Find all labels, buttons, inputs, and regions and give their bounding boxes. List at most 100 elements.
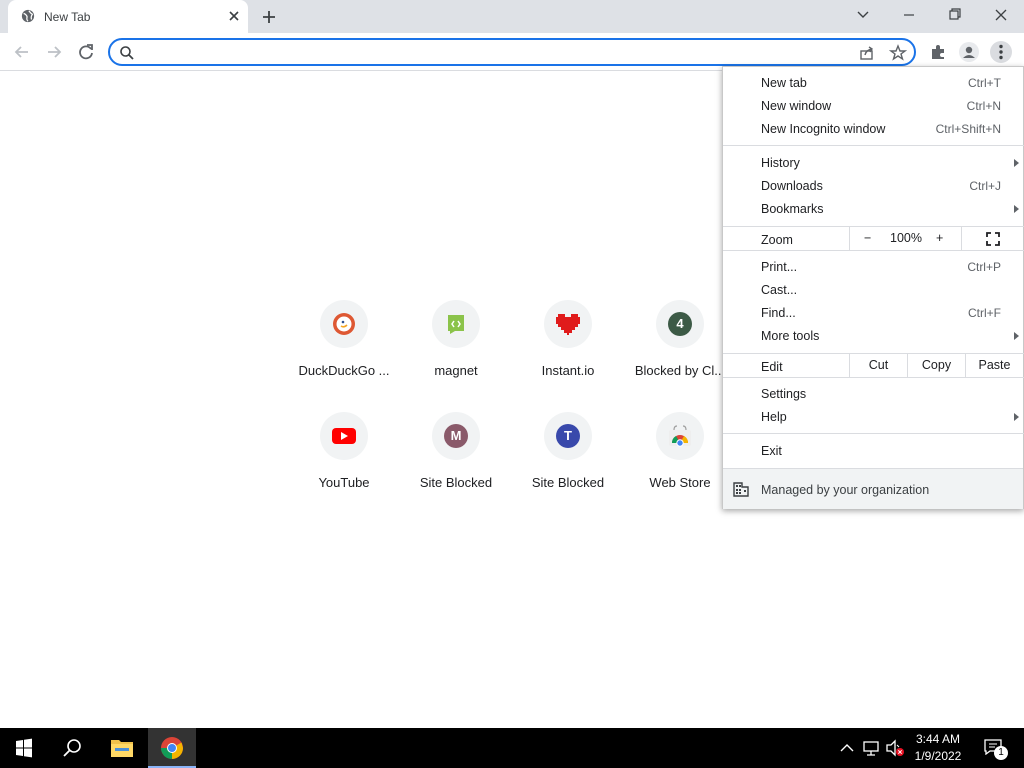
address-bar[interactable]: [108, 38, 916, 66]
menu-item-new-tab[interactable]: New tab Ctrl+T: [723, 72, 1024, 95]
volume-muted-icon[interactable]: [884, 728, 906, 768]
fullscreen-button[interactable]: [961, 227, 1023, 250]
tile-youtube[interactable]: YouTube: [288, 412, 400, 524]
managed-by-organization[interactable]: Managed by your organization: [723, 468, 1023, 509]
globe-icon: [21, 9, 35, 23]
menu-edit-row: Edit Cut Copy Paste: [723, 354, 1024, 377]
chrome-menu-button[interactable]: [990, 41, 1012, 63]
tab-title: New Tab: [44, 10, 91, 24]
chrome-taskbar-button[interactable]: [148, 728, 196, 768]
cut-button[interactable]: Cut: [849, 354, 907, 377]
menu-label: Downloads: [761, 179, 823, 193]
tile-magnet[interactable]: magnet: [400, 300, 512, 412]
menu-divider: [723, 145, 1024, 146]
menu-label: Zoom: [761, 233, 793, 247]
menu-label: Print...: [761, 260, 798, 274]
menu-label: Exit: [761, 444, 782, 458]
tile-site-blocked-t[interactable]: T Site Blocked: [512, 412, 624, 524]
chrome-web-store-icon: [669, 425, 691, 447]
bookmark-star-icon[interactable]: [889, 44, 907, 62]
show-hidden-icons-chevron-icon[interactable]: [836, 728, 858, 768]
menu-label: History: [761, 156, 800, 170]
menu-item-print[interactable]: Print... Ctrl+P: [723, 256, 1024, 279]
tab-search-button[interactable]: [840, 0, 886, 30]
zoom-out-button[interactable]: −: [864, 227, 871, 250]
fullscreen-icon: [986, 232, 1000, 246]
menu-shortcut: Ctrl+F: [968, 306, 1001, 320]
menu-item-find[interactable]: Find... Ctrl+F: [723, 302, 1024, 325]
menu-divider: [723, 250, 1024, 251]
menu-shortcut: Ctrl+J: [969, 179, 1001, 193]
network-icon[interactable]: [860, 728, 882, 768]
tile-site-blocked-m[interactable]: M Site Blocked: [400, 412, 512, 524]
menu-divider: [723, 433, 1024, 434]
menu-item-exit[interactable]: Exit: [723, 440, 1024, 463]
tile-label: Site Blocked: [531, 475, 605, 490]
menu-shortcut: Ctrl+T: [968, 76, 1001, 90]
submenu-arrow-icon: [1014, 159, 1019, 167]
menu-item-new-incognito[interactable]: New Incognito window Ctrl+Shift+N: [723, 118, 1024, 141]
zoom-in-button[interactable]: +: [936, 227, 943, 250]
share-icon[interactable]: [858, 44, 876, 62]
zoom-controls: − 100% +: [849, 227, 961, 250]
tile-label: Site Blocked: [419, 475, 493, 490]
tile-icon-container: [656, 412, 704, 460]
notification-count-badge: 1: [994, 746, 1008, 760]
taskbar-clock-time[interactable]: 3:44 AM: [908, 732, 968, 746]
tab-new-tab[interactable]: New Tab: [8, 0, 248, 33]
tile-blocked[interactable]: 4 Blocked by Cl...: [624, 300, 736, 412]
close-window-button[interactable]: [978, 0, 1024, 30]
menu-item-settings[interactable]: Settings: [723, 383, 1024, 406]
paste-button[interactable]: Paste: [965, 354, 1023, 377]
menu-item-downloads[interactable]: Downloads Ctrl+J: [723, 175, 1024, 198]
address-input[interactable]: [140, 42, 840, 62]
tile-icon-container: T: [544, 412, 592, 460]
copy-button[interactable]: Copy: [907, 354, 965, 377]
tile-duckduckgo[interactable]: DuckDuckGo ...: [288, 300, 400, 412]
tile-icon-container: 4: [656, 300, 704, 348]
menu-label: Settings: [761, 387, 807, 401]
extensions-icon[interactable]: [927, 41, 949, 63]
menu-item-cast[interactable]: Cast...: [723, 279, 1024, 302]
menu-shortcut: Ctrl+Shift+N: [935, 122, 1001, 136]
managed-label: Managed by your organization: [761, 483, 930, 497]
profile-avatar-icon[interactable]: [958, 41, 980, 63]
menu-item-help[interactable]: Help: [723, 406, 1024, 429]
minimize-button[interactable]: [886, 0, 932, 30]
action-center-button[interactable]: 1: [978, 728, 1018, 768]
tile-label: YouTube: [318, 475, 370, 490]
tile-web-store[interactable]: Web Store: [624, 412, 736, 524]
search-icon[interactable]: [48, 728, 96, 768]
tile-label: Web Store: [649, 475, 711, 490]
tile-label: magnet: [434, 363, 478, 378]
menu-item-bookmarks[interactable]: Bookmarks: [723, 198, 1024, 221]
close-tab-icon[interactable]: [226, 8, 242, 24]
menu-label: New window: [761, 99, 832, 113]
menu-shortcut: Ctrl+P: [967, 260, 1001, 274]
menu-label: Bookmarks: [761, 202, 824, 216]
tile-instant-io[interactable]: Instant.io: [512, 300, 624, 412]
submenu-arrow-icon: [1014, 205, 1019, 213]
forward-button[interactable]: [43, 41, 65, 63]
taskbar-clock-date[interactable]: 1/9/2022: [908, 749, 968, 763]
menu-shortcut: Ctrl+N: [966, 99, 1001, 113]
windows-taskbar: 3:44 AM 1/9/2022 1: [0, 728, 1024, 768]
zoom-level: 100%: [890, 231, 922, 245]
restore-button[interactable]: [932, 0, 978, 30]
file-explorer-icon[interactable]: [98, 728, 146, 768]
back-button[interactable]: [11, 41, 33, 63]
new-tab-button[interactable]: [259, 7, 279, 27]
search-icon: [120, 46, 134, 60]
menu-item-history[interactable]: History: [723, 152, 1024, 175]
chrome-menu: New tab Ctrl+T New window Ctrl+N New Inc…: [722, 66, 1024, 509]
tile-icon-container: [320, 412, 368, 460]
menu-divider: [723, 377, 1024, 378]
menu-item-more-tools[interactable]: More tools: [723, 325, 1024, 348]
chrome-icon: [161, 737, 183, 759]
tile-icon-container: M: [432, 412, 480, 460]
tile-label: Blocked by Cl...: [634, 363, 726, 378]
submenu-arrow-icon: [1014, 332, 1019, 340]
reload-button[interactable]: [75, 41, 97, 63]
windows-start-icon[interactable]: [0, 728, 48, 768]
menu-item-new-window[interactable]: New window Ctrl+N: [723, 95, 1024, 118]
